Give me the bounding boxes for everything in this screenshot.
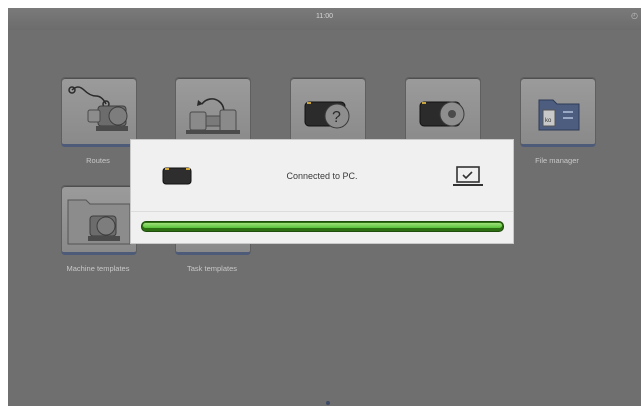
file-manager-icon: ko	[538, 99, 580, 131]
tile-label-task-templates: Task templates	[186, 264, 238, 273]
device-settings-icon	[419, 101, 465, 127]
svg-text:ko: ko	[545, 118, 552, 124]
device-help-icon: ?	[304, 101, 350, 129]
tile-label-machine-templates: Machine templates	[66, 264, 130, 273]
dialog-divider	[131, 211, 513, 212]
clock-icon: ◴	[631, 11, 638, 20]
svg-text:?: ?	[332, 109, 341, 126]
tile-routes[interactable]	[61, 77, 137, 147]
clock-time: 11:00	[316, 13, 333, 20]
tile-device-settings[interactable]	[405, 77, 481, 147]
status-bar: 11:00 ◴	[8, 8, 641, 30]
laptop-check-icon	[453, 166, 483, 186]
machine-template-icon	[67, 199, 131, 245]
tile-device-help[interactable]: ?	[290, 77, 366, 147]
page-indicator-dot[interactable]	[326, 401, 330, 405]
tile-file-manager[interactable]: ko	[520, 77, 596, 147]
tile-machine-templates[interactable]	[61, 185, 137, 255]
measurement-cycle-icon	[186, 98, 240, 134]
tile-measurement[interactable]	[175, 77, 251, 147]
routes-motor-icon	[68, 86, 128, 131]
connection-dialog: Connected to PC.	[130, 139, 514, 244]
dialog-header: Connected to PC.	[131, 140, 513, 210]
connection-progress-bar	[141, 221, 504, 232]
tile-label-file-manager: File manager	[535, 156, 579, 165]
connection-progress-fill	[143, 223, 502, 228]
